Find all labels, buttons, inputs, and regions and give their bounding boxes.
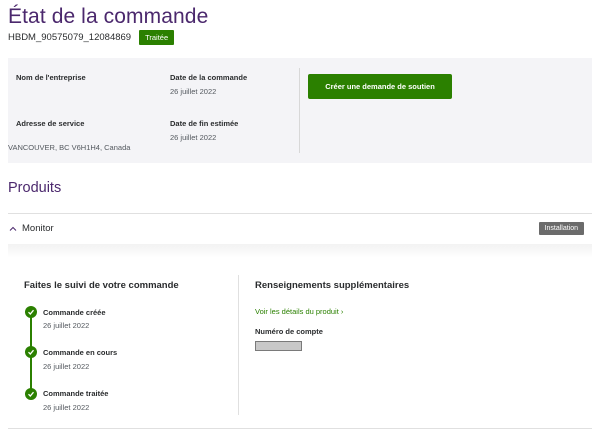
additional-info-title: Renseignements supplémentaires <box>255 280 410 291</box>
check-icon <box>25 388 37 400</box>
service-address-label: Adresse de service <box>16 119 85 128</box>
service-address-value: VANCOUVER, BC V6H1H4, Canada <box>8 143 131 152</box>
page-title: État de la commande <box>8 5 209 28</box>
step-date: 26 juillet 2022 <box>43 403 90 412</box>
divider <box>8 428 592 429</box>
installation-badge: Installation <box>538 222 584 235</box>
view-product-details-link[interactable]: Voir les détails du produit › <box>255 307 343 316</box>
company-label: Nom de l'entreprise <box>16 73 86 82</box>
est-end-date-label: Date de fin estimée <box>170 119 239 128</box>
divider <box>8 213 592 214</box>
view-product-details-label[interactable]: Voir les détails du produit <box>255 307 339 316</box>
order-id-row: HBDM_90575079_12084869 Traitée <box>8 30 175 45</box>
chevron-up-icon[interactable] <box>8 224 18 234</box>
step-date: 26 juillet 2022 <box>43 321 90 330</box>
info-divider <box>299 68 300 153</box>
step-title: Commande en cours <box>43 348 118 357</box>
product-row-shadow <box>8 244 592 258</box>
account-number-redacted <box>255 341 302 351</box>
order-date-label: Date de la commande <box>170 73 248 82</box>
check-icon <box>25 346 37 358</box>
chevron-right-icon[interactable]: › <box>341 307 344 316</box>
tracking-title: Faites le suivi de votre commande <box>24 280 179 291</box>
order-info-panel: Nom de l'entreprise Date de la commande … <box>8 58 592 163</box>
check-icon <box>25 306 37 318</box>
account-number-label: Numéro de compte <box>255 327 323 336</box>
step-title: Commande créée <box>43 308 106 317</box>
status-badge: Traitée <box>139 30 175 45</box>
create-support-request-button[interactable]: Créer une demande de soutien <box>308 74 452 99</box>
step-title: Commande traitée <box>43 389 109 398</box>
product-row-monitor[interactable]: Monitor Installation <box>8 218 592 242</box>
products-heading: Produits <box>8 180 62 196</box>
order-date-value: 26 juillet 2022 <box>170 87 217 96</box>
section-divider <box>238 275 239 415</box>
est-end-date-value: 26 juillet 2022 <box>170 133 217 142</box>
product-name[interactable]: Monitor <box>22 223 54 234</box>
order-id: HBDM_90575079_12084869 <box>8 32 132 43</box>
step-date: 26 juillet 2022 <box>43 362 90 371</box>
